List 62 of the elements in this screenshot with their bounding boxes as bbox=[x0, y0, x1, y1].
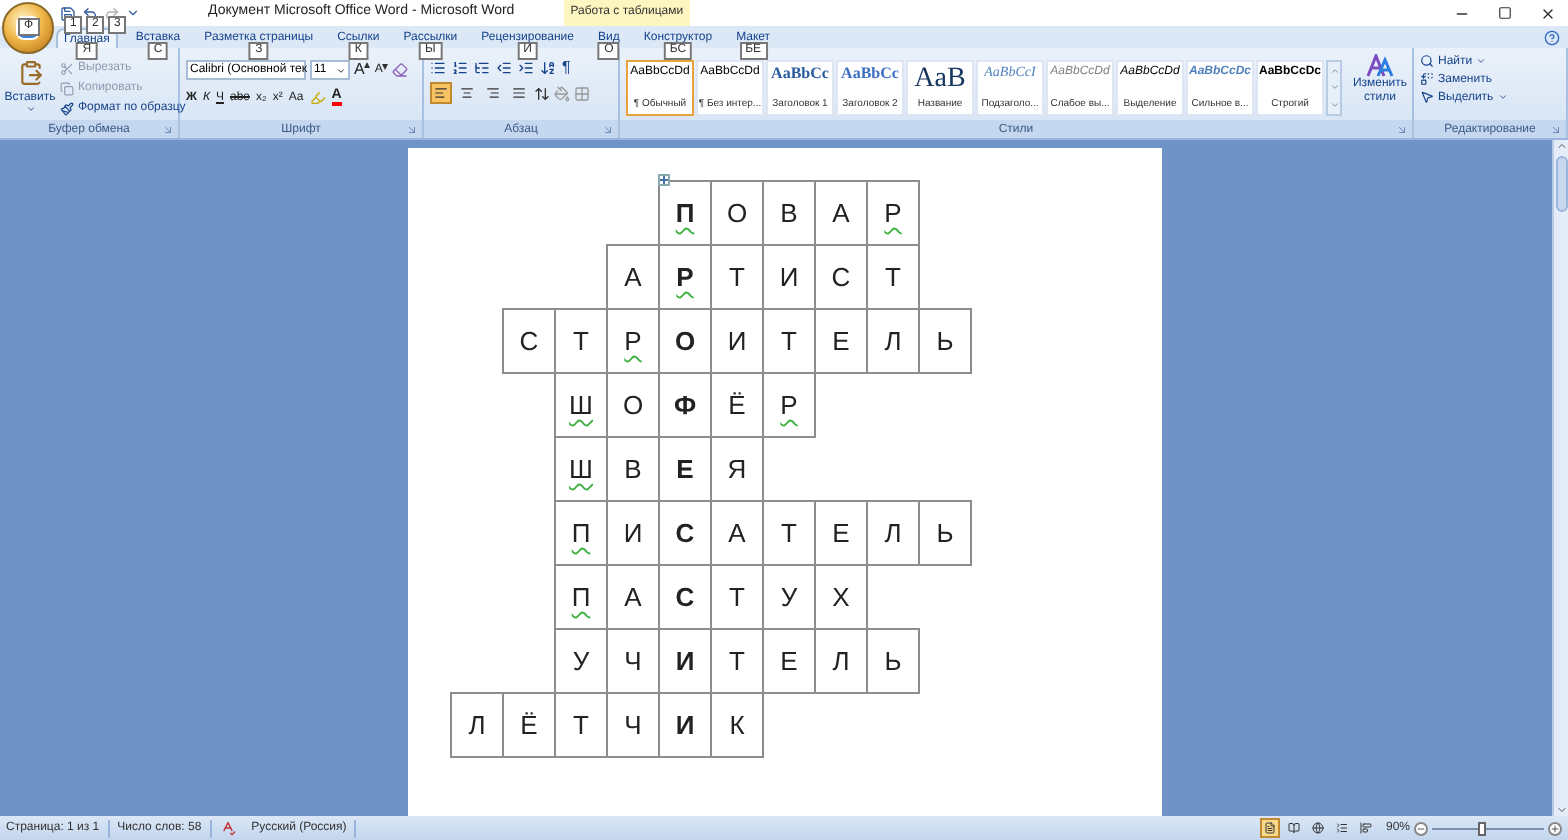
sort-icon[interactable] bbox=[540, 60, 556, 76]
crossword-cell: Р bbox=[762, 372, 816, 438]
crossword-cell: Р bbox=[866, 180, 920, 246]
decrease-indent-icon[interactable] bbox=[496, 60, 512, 76]
scrollbar-thumb[interactable] bbox=[1555, 156, 1567, 212]
align-button[interactable] bbox=[430, 82, 452, 104]
letters-icon bbox=[1366, 54, 1394, 78]
proofing-icon[interactable] bbox=[219, 820, 236, 836]
crossword-cell: Ь bbox=[866, 628, 920, 694]
zoom-in-icon[interactable] bbox=[1548, 821, 1562, 835]
view-button[interactable] bbox=[1259, 818, 1280, 838]
align-button[interactable] bbox=[508, 82, 530, 104]
scissors-icon bbox=[60, 62, 74, 76]
caret-icon bbox=[336, 65, 346, 75]
view-reading-icon bbox=[1287, 822, 1300, 834]
zoom-out-icon[interactable] bbox=[1414, 821, 1428, 835]
up-triangle-icon bbox=[364, 62, 371, 68]
numbering-icon[interactable] bbox=[452, 60, 468, 76]
pointer-icon bbox=[1420, 90, 1434, 104]
help-icon[interactable] bbox=[1544, 30, 1560, 46]
multilevel-list-icon[interactable] bbox=[474, 60, 490, 76]
align-button[interactable] bbox=[456, 82, 478, 104]
align-button[interactable] bbox=[482, 82, 504, 104]
copy-icon bbox=[60, 82, 74, 96]
customize-toolbar-icon[interactable] bbox=[126, 6, 140, 20]
caret-icon bbox=[1497, 92, 1508, 102]
maximize-icon[interactable] bbox=[1498, 6, 1512, 20]
bullets-icon[interactable] bbox=[430, 60, 446, 76]
crossword-cell: Л bbox=[866, 500, 920, 566]
crossword-cell: Ё bbox=[502, 692, 556, 758]
crossword-cell: Ь bbox=[918, 308, 972, 374]
search-icon bbox=[1420, 54, 1434, 68]
close-icon[interactable] bbox=[1540, 5, 1556, 21]
crossword-cell: П bbox=[658, 180, 712, 246]
view-outline-icon bbox=[1335, 822, 1348, 834]
align-justify-icon bbox=[512, 86, 526, 100]
eraser-icon[interactable] bbox=[392, 62, 409, 78]
crossword-cell: С bbox=[502, 308, 556, 374]
view-draft-icon bbox=[1359, 822, 1372, 834]
crossword-cell: Ь bbox=[918, 500, 972, 566]
crossword-cell: К bbox=[710, 692, 764, 758]
view-print-icon bbox=[1263, 822, 1276, 834]
line-spacing-icon[interactable] bbox=[534, 85, 550, 101]
down-triangle-icon bbox=[382, 64, 389, 70]
grow-font-button[interactable]: A bbox=[354, 62, 371, 78]
view-button[interactable] bbox=[1355, 818, 1376, 838]
crossword-cell: А bbox=[606, 244, 660, 310]
paintbrush-icon bbox=[60, 102, 74, 116]
view-web-icon bbox=[1311, 822, 1324, 834]
clipboard-icon bbox=[17, 60, 43, 86]
increase-indent-icon[interactable] bbox=[518, 60, 534, 76]
view-button[interactable] bbox=[1307, 818, 1328, 838]
view-button[interactable] bbox=[1331, 818, 1352, 838]
caret-icon bbox=[1476, 56, 1487, 66]
align-center-icon bbox=[460, 86, 474, 100]
show-marks-button[interactable]: ¶ bbox=[562, 60, 571, 76]
table-move-handle-icon[interactable] bbox=[658, 174, 670, 186]
caret-icon bbox=[25, 104, 35, 114]
view-button[interactable] bbox=[1283, 818, 1304, 838]
align-right-icon bbox=[486, 86, 500, 100]
align-left-icon bbox=[434, 86, 448, 100]
crossword-cell: Л bbox=[450, 692, 504, 758]
